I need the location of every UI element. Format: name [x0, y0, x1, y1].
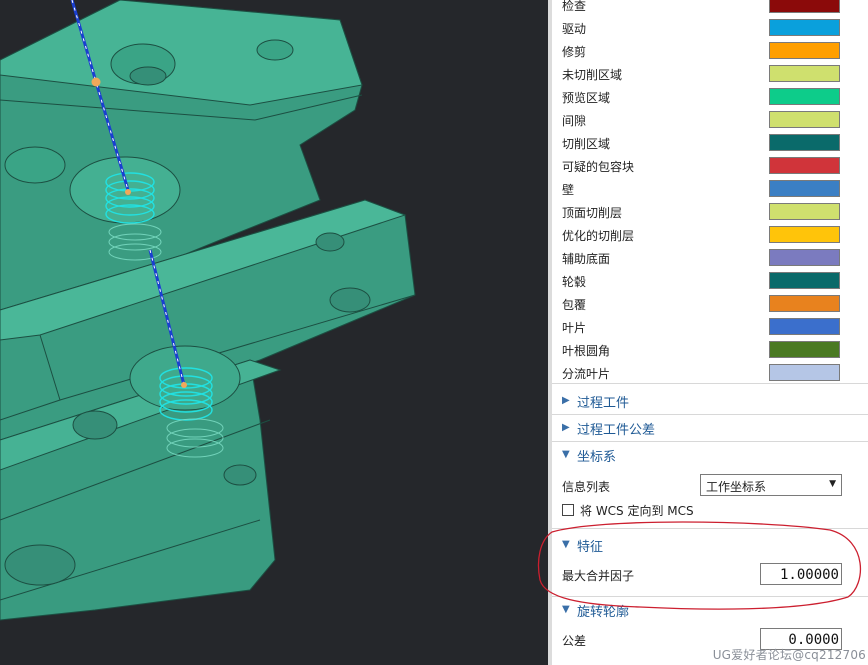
color-swatch[interactable]	[769, 111, 840, 128]
tolerance-label: 公差	[562, 634, 587, 648]
color-row: 辅助底面	[552, 247, 868, 270]
chevron-right-icon: ▶	[562, 395, 570, 406]
color-row: 包覆	[552, 293, 868, 316]
section-rotation-profile[interactable]: ▼ 旋转轮廓	[552, 598, 868, 622]
color-swatch[interactable]	[769, 295, 840, 312]
divider	[552, 528, 868, 529]
section-title: 坐标系	[577, 450, 617, 465]
color-swatch[interactable]	[769, 203, 840, 220]
color-label: 叶片	[562, 321, 587, 335]
color-swatch[interactable]	[769, 134, 840, 151]
color-label: 辅助底面	[562, 252, 611, 266]
color-row: 切削区域	[552, 132, 868, 155]
color-row: 叶根圆角	[552, 339, 868, 362]
section-process-workpiece-tolerance[interactable]: ▶ 过程工件公差	[552, 416, 868, 440]
section-process-workpiece[interactable]: ▶ 过程工件	[552, 389, 868, 413]
color-row: 顶面切削层	[552, 201, 868, 224]
divider	[552, 383, 868, 384]
color-label: 壁	[562, 183, 575, 197]
color-row: 轮毂	[552, 270, 868, 293]
info-list-value: 工作坐标系	[706, 480, 767, 494]
section-title: 过程工件公差	[577, 423, 656, 438]
max-merge-factor-input[interactable]: 1.00000	[760, 563, 842, 585]
divider	[552, 441, 868, 442]
chevron-right-icon: ▶	[562, 422, 570, 433]
section-title: 过程工件	[577, 396, 630, 411]
color-swatch[interactable]	[769, 19, 840, 36]
color-row: 修剪	[552, 40, 868, 63]
color-label: 可疑的包容块	[562, 160, 635, 174]
watermark: UG爱好者论坛@cq212706	[712, 648, 866, 662]
color-row: 叶片	[552, 316, 868, 339]
graphics-viewport[interactable]	[0, 0, 548, 665]
color-label: 包覆	[562, 298, 587, 312]
color-label: 叶根圆角	[562, 344, 611, 358]
color-label: 分流叶片	[562, 367, 611, 381]
section-title: 特征	[577, 540, 604, 555]
section-features[interactable]: ▼ 特征	[552, 533, 868, 557]
color-swatch[interactable]	[769, 42, 840, 59]
properties-panel: 检查驱动修剪未切削区域预览区域间隙切削区域可疑的包容块壁顶面切削层优化的切削层辅…	[552, 0, 868, 665]
color-label: 轮毂	[562, 275, 587, 289]
color-label: 优化的切削层	[562, 229, 635, 243]
color-label: 顶面切削层	[562, 206, 623, 220]
color-label: 修剪	[562, 45, 587, 59]
chevron-down-icon: ▼	[562, 604, 570, 615]
color-label: 预览区域	[562, 91, 611, 105]
color-row: 优化的切削层	[552, 224, 868, 247]
section-title: 旋转轮廓	[577, 605, 630, 620]
color-label: 检查	[562, 0, 587, 13]
divider	[552, 596, 868, 597]
color-row: 间隙	[552, 109, 868, 132]
color-swatch[interactable]	[769, 65, 840, 82]
info-list-label: 信息列表	[562, 480, 611, 494]
color-row: 预览区域	[552, 86, 868, 109]
color-swatch[interactable]	[769, 341, 840, 358]
color-row: 可疑的包容块	[552, 155, 868, 178]
divider	[552, 414, 868, 415]
color-label: 间隙	[562, 114, 587, 128]
color-label: 未切削区域	[562, 68, 623, 82]
color-swatch[interactable]	[769, 249, 840, 266]
color-swatch[interactable]	[769, 157, 840, 174]
max-merge-factor-value: 1.00000	[779, 567, 839, 583]
info-list-select[interactable]: 工作坐标系 ▼	[700, 474, 842, 496]
model-3d-view	[0, 0, 416, 621]
color-row: 驱动	[552, 17, 868, 40]
color-row: 未切削区域	[552, 63, 868, 86]
color-label: 切削区域	[562, 137, 611, 151]
max-merge-factor-label: 最大合并因子	[562, 569, 635, 583]
color-row: 壁	[552, 178, 868, 201]
section-coordinate-system[interactable]: ▼ 坐标系	[552, 443, 868, 467]
color-swatch[interactable]	[769, 88, 840, 105]
color-swatch[interactable]	[769, 364, 840, 381]
color-row: 检查	[552, 0, 868, 17]
color-row: 分流叶片	[552, 362, 868, 385]
chevron-down-icon: ▼	[562, 539, 570, 550]
dropdown-arrow-icon: ▼	[829, 479, 836, 489]
chevron-down-icon: ▼	[562, 449, 570, 460]
wcs-to-mcs-checkbox[interactable]	[562, 504, 574, 516]
color-swatch[interactable]	[769, 0, 840, 13]
color-label: 驱动	[562, 22, 587, 36]
color-swatch[interactable]	[769, 272, 840, 289]
color-swatch[interactable]	[769, 318, 840, 335]
color-swatch[interactable]	[769, 226, 840, 243]
wcs-to-mcs-label: 将 WCS 定向到 MCS	[580, 504, 694, 518]
color-swatch[interactable]	[769, 180, 840, 197]
